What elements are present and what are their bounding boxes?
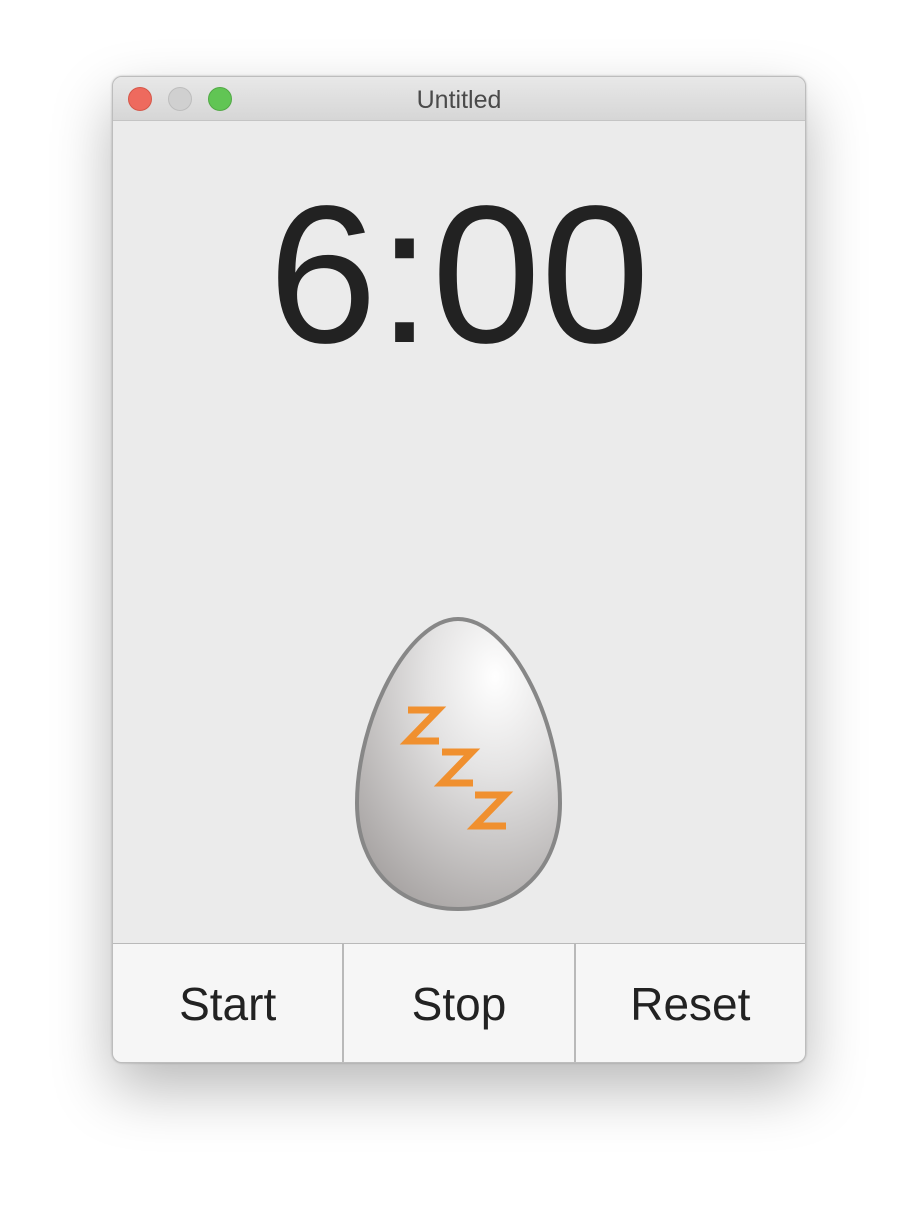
- control-button-bar: Start Stop Reset: [113, 943, 805, 1062]
- reset-button[interactable]: Reset: [575, 944, 805, 1062]
- timer-display: 6:00: [268, 165, 650, 384]
- sleeping-egg-icon: [353, 615, 567, 915]
- window-title: Untitled: [416, 86, 502, 114]
- title-bar[interactable]: Untitled: [113, 77, 805, 121]
- stop-button[interactable]: Stop: [344, 944, 576, 1062]
- start-button[interactable]: Start: [113, 944, 345, 1062]
- app-window: Untitled 6:00 Start Stop Reset: [112, 76, 806, 1063]
